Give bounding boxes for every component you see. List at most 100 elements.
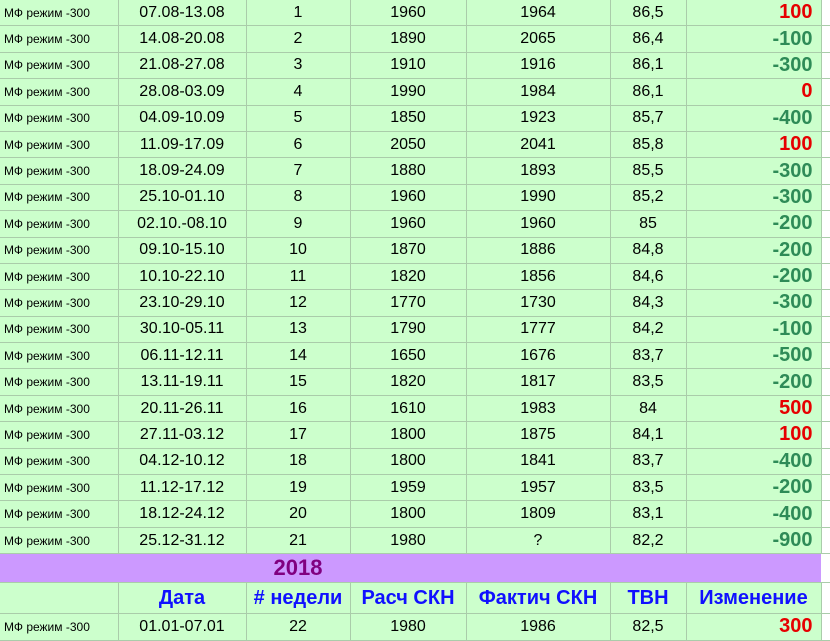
tvn-cell[interactable]: 86,1 — [610, 78, 687, 106]
calc-skn-cell[interactable]: 1800 — [350, 421, 467, 449]
date-cell[interactable]: 10.10-22.10 — [118, 263, 247, 291]
date-cell[interactable]: 07.08-13.08 — [118, 0, 247, 27]
year-label[interactable]: 2018 — [246, 553, 350, 584]
date-cell[interactable]: 11.09-17.09 — [118, 131, 247, 159]
change-cell[interactable]: -300 — [686, 157, 822, 185]
tvn-cell[interactable]: 85,2 — [610, 184, 687, 212]
mode-cell[interactable]: МФ режим -300 — [0, 105, 119, 132]
calc-skn-cell[interactable]: 1890 — [350, 25, 467, 53]
cell[interactable] — [0, 553, 118, 584]
date-cell[interactable]: 28.08-03.09 — [118, 78, 247, 106]
week-cell[interactable]: 10 — [246, 237, 351, 264]
week-cell[interactable]: 17 — [246, 421, 351, 449]
tvn-cell[interactable]: 84,1 — [610, 421, 687, 449]
header-date[interactable]: Дата — [118, 582, 247, 615]
week-cell[interactable]: 9 — [246, 210, 351, 238]
date-cell[interactable]: 04.09-10.09 — [118, 105, 247, 132]
week-cell[interactable]: 5 — [246, 105, 351, 132]
calc-skn-cell[interactable]: 2050 — [350, 131, 467, 159]
calc-skn-cell[interactable]: 1980 — [350, 527, 467, 555]
change-cell[interactable]: 100 — [686, 131, 822, 159]
calc-skn-cell[interactable]: 1820 — [350, 263, 467, 291]
change-cell[interactable]: 0 — [686, 78, 822, 106]
fact-skn-cell[interactable]: 1841 — [466, 448, 611, 476]
mode-cell[interactable]: МФ режим -300 — [0, 0, 119, 27]
calc-skn-cell[interactable]: 1820 — [350, 368, 467, 396]
fact-skn-cell[interactable]: 1986 — [466, 613, 611, 641]
mode-cell[interactable]: МФ режим -300 — [0, 289, 119, 317]
week-cell[interactable]: 6 — [246, 131, 351, 159]
calc-skn-cell[interactable]: 1770 — [350, 289, 467, 317]
week-cell[interactable]: 12 — [246, 289, 351, 317]
calc-skn-cell[interactable]: 1990 — [350, 78, 467, 106]
tvn-cell[interactable]: 83,5 — [610, 474, 687, 502]
week-cell[interactable]: 1 — [246, 0, 351, 27]
tvn-cell[interactable]: 84,3 — [610, 289, 687, 317]
calc-skn-cell[interactable]: 1870 — [350, 237, 467, 264]
calc-skn-cell[interactable]: 1960 — [350, 210, 467, 238]
calc-skn-cell[interactable]: 1960 — [350, 184, 467, 212]
date-cell[interactable]: 14.08-20.08 — [118, 25, 247, 53]
date-cell[interactable]: 06.11-12.11 — [118, 342, 247, 370]
change-cell[interactable]: -100 — [686, 316, 822, 344]
week-cell[interactable]: 21 — [246, 527, 351, 555]
week-cell[interactable]: 13 — [246, 316, 351, 344]
fact-skn-cell[interactable]: 1817 — [466, 368, 611, 396]
change-cell[interactable]: -200 — [686, 368, 822, 396]
date-cell[interactable]: 01.01-07.01 — [118, 613, 247, 641]
header-calc-skn[interactable]: Расч СКН — [350, 582, 467, 615]
header-tvn[interactable]: ТВН — [610, 582, 687, 615]
change-cell[interactable]: -300 — [686, 184, 822, 212]
fact-skn-cell[interactable]: 1676 — [466, 342, 611, 370]
tvn-cell[interactable]: 82,2 — [610, 527, 687, 555]
mode-cell[interactable]: МФ режим -300 — [0, 474, 119, 502]
fact-skn-cell[interactable]: 1777 — [466, 316, 611, 344]
change-cell[interactable]: -300 — [686, 289, 822, 317]
header-fact-skn[interactable]: Фактич СКН — [466, 582, 611, 615]
cell[interactable] — [686, 553, 821, 584]
week-cell[interactable]: 22 — [246, 613, 351, 641]
calc-skn-cell[interactable]: 1800 — [350, 448, 467, 476]
fact-skn-cell[interactable]: 1923 — [466, 105, 611, 132]
tvn-cell[interactable]: 86,5 — [610, 0, 687, 27]
date-cell[interactable]: 25.12-31.12 — [118, 527, 247, 555]
calc-skn-cell[interactable]: 1880 — [350, 157, 467, 185]
tvn-cell[interactable]: 86,4 — [610, 25, 687, 53]
change-cell[interactable]: -400 — [686, 500, 822, 528]
cell[interactable] — [350, 553, 466, 584]
mode-cell[interactable]: МФ режим -300 — [0, 131, 119, 159]
tvn-cell[interactable]: 85 — [610, 210, 687, 238]
date-cell[interactable]: 20.11-26.11 — [118, 395, 247, 423]
header-change[interactable]: Изменение — [686, 582, 822, 615]
fact-skn-cell[interactable]: 1856 — [466, 263, 611, 291]
calc-skn-cell[interactable]: 1960 — [350, 0, 467, 27]
change-cell[interactable]: 300 — [686, 613, 822, 641]
fact-skn-cell[interactable]: ? — [466, 527, 611, 555]
fact-skn-cell[interactable]: 2041 — [466, 131, 611, 159]
week-cell[interactable]: 4 — [246, 78, 351, 106]
change-cell[interactable]: -400 — [686, 448, 822, 476]
tvn-cell[interactable]: 83,5 — [610, 368, 687, 396]
change-cell[interactable]: -200 — [686, 210, 822, 238]
mode-cell[interactable]: МФ режим -300 — [0, 210, 119, 238]
date-cell[interactable]: 13.11-19.11 — [118, 368, 247, 396]
fact-skn-cell[interactable]: 1875 — [466, 421, 611, 449]
date-cell[interactable]: 04.12-10.12 — [118, 448, 247, 476]
tvn-cell[interactable]: 85,5 — [610, 157, 687, 185]
calc-skn-cell[interactable]: 1800 — [350, 500, 467, 528]
change-cell[interactable]: -200 — [686, 237, 822, 264]
mode-cell[interactable]: МФ режим -300 — [0, 316, 119, 344]
week-cell[interactable]: 7 — [246, 157, 351, 185]
mode-cell[interactable]: МФ режим -300 — [0, 500, 119, 528]
calc-skn-cell[interactable]: 1790 — [350, 316, 467, 344]
tvn-cell[interactable]: 83,1 — [610, 500, 687, 528]
cell[interactable] — [466, 553, 610, 584]
change-cell[interactable]: 100 — [686, 421, 822, 449]
tvn-cell[interactable]: 86,1 — [610, 52, 687, 80]
tvn-cell[interactable]: 84,6 — [610, 263, 687, 291]
cell[interactable] — [610, 553, 686, 584]
week-cell[interactable]: 20 — [246, 500, 351, 528]
fact-skn-cell[interactable]: 1809 — [466, 500, 611, 528]
fact-skn-cell[interactable]: 1886 — [466, 237, 611, 264]
week-cell[interactable]: 8 — [246, 184, 351, 212]
